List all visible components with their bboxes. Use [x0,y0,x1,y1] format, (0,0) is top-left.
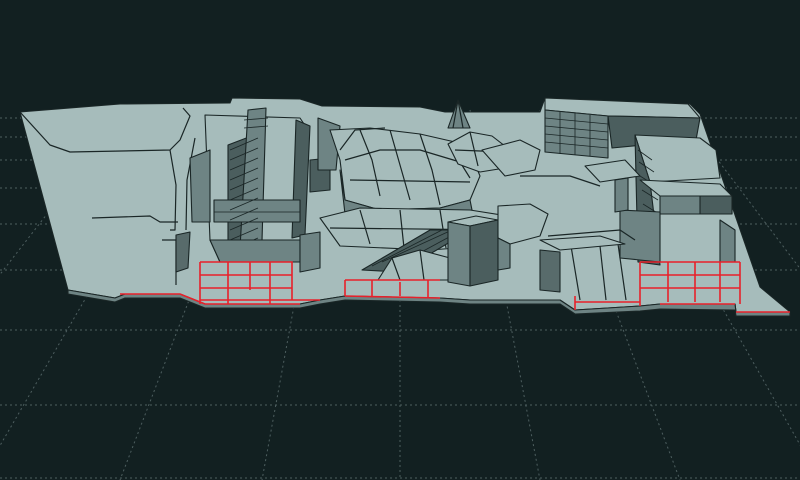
model-viewport[interactable] [0,0,800,480]
architectural-site-model[interactable] [0,0,800,480]
